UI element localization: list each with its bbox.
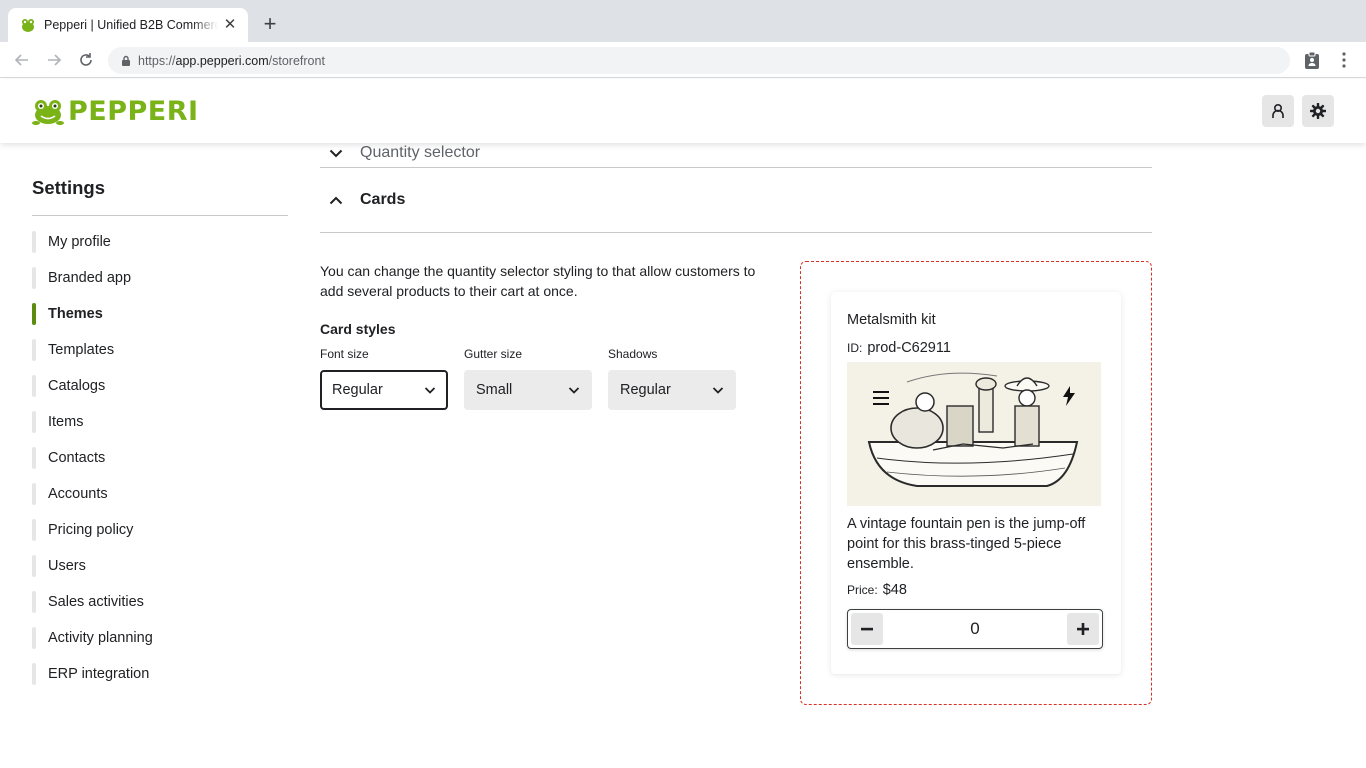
sidebar-menu: My profile Branded app Themes Templates … [32, 224, 288, 692]
pepperi-logo[interactable]: PEPPERI [32, 96, 199, 127]
browser-tab[interactable]: Pepperi | Unified B2B Commerce ✕ [8, 8, 248, 42]
font-size-select[interactable]: Regular [320, 370, 448, 410]
product-card[interactable]: Metalsmith kit ID: prod-C62911 A vintage… [831, 292, 1121, 674]
shadows-label: Shadows [608, 347, 658, 361]
product-id-value: prod-C62911 [867, 340, 951, 356]
sidebar-item-items[interactable]: Items [32, 404, 288, 440]
font-size-field: Font size Regular [320, 347, 448, 410]
close-icon[interactable]: ✕ [222, 17, 238, 33]
plus-icon [1077, 623, 1089, 635]
font-size-label: Font size [320, 347, 369, 361]
product-image [847, 362, 1101, 506]
logo-text: PEPPERI [68, 96, 199, 127]
address-bar[interactable]: https://app.pepperi.com/storefront [108, 47, 1290, 74]
pepperi-favicon-icon [22, 19, 34, 32]
chevron-down-icon [320, 149, 352, 158]
card-styles-title: Card styles [320, 321, 396, 337]
product-description: A vintage fountain pen is the jump-off p… [847, 516, 1086, 572]
sidebar-item-templates[interactable]: Templates [32, 332, 288, 368]
product-id-label: ID: [847, 341, 863, 355]
sidebar-item-accounts[interactable]: Accounts [32, 476, 288, 512]
shadows-value: Regular [620, 382, 671, 398]
price-value: $48 [882, 582, 907, 598]
gutter-size-select[interactable]: Small [464, 370, 592, 410]
decrement-button[interactable] [851, 613, 883, 645]
sidebar-item-themes[interactable]: Themes [32, 296, 288, 332]
sidebar-item-pricing-policy[interactable]: Pricing policy [32, 512, 288, 548]
card-preview-area: Metalsmith kit ID: prod-C62911 A vintage… [800, 261, 1152, 705]
cards-description: You can change the quantity selector sty… [320, 263, 756, 299]
boat-illustration [847, 362, 1101, 506]
price-label: Price: [847, 583, 878, 597]
browser-tab-title: Pepperi | Unified B2B Commerce [44, 18, 218, 32]
sidebar-item-branded-app[interactable]: Branded app [32, 260, 288, 296]
sidebar-item-contacts[interactable]: Contacts [32, 440, 288, 476]
url-path: /storefront [268, 53, 325, 68]
sidebar-item-catalogs[interactable]: Catalogs [32, 368, 288, 404]
gutter-size-field: Gutter size Small [464, 347, 592, 410]
gutter-size-label: Gutter size [464, 347, 523, 361]
quantity-selector-label: Quantity selector [360, 144, 481, 161]
settings-sidebar: Settings My profile Branded app Themes T… [32, 143, 288, 692]
sidebar-item-my-profile[interactable]: My profile [32, 224, 288, 260]
shadows-select[interactable]: Regular [608, 370, 736, 410]
frog-logo-icon [32, 99, 64, 125]
sidebar-item-activity-planning[interactable]: Activity planning [32, 620, 288, 656]
reload-icon[interactable] [74, 48, 98, 72]
browser-tab-strip: Pepperi | Unified B2B Commerce ✕ + [0, 0, 1366, 42]
chevron-down-icon [424, 387, 436, 394]
back-arrow-icon[interactable] [10, 48, 34, 72]
cards-label: Cards [360, 191, 406, 208]
shadows-field: Shadows Regular [608, 347, 736, 410]
sidebar-title: Settings [32, 177, 288, 216]
url-host: app.pepperi.com [175, 53, 269, 68]
quantity-selector-section-header[interactable]: Quantity selector [320, 139, 1152, 168]
font-size-value: Regular [332, 382, 383, 398]
menu-icon[interactable] [873, 390, 891, 406]
chevron-down-icon [568, 387, 580, 394]
clipboard-icon[interactable] [1300, 48, 1324, 72]
chevron-down-icon [712, 387, 724, 394]
product-price: Price: $48 [847, 582, 1105, 598]
sidebar-item-erp-integration[interactable]: ERP integration [32, 656, 288, 692]
product-id: ID: prod-C62911 [847, 340, 1105, 356]
quantity-value[interactable]: 0 [970, 619, 979, 639]
new-tab-icon[interactable]: + [258, 12, 282, 36]
url-scheme: https:// [138, 53, 176, 68]
lightning-icon[interactable] [1063, 386, 1075, 406]
themes-content: Quantity selector Cards You can change t… [320, 143, 1152, 705]
gutter-size-value: Small [476, 382, 513, 398]
sidebar-item-sales-activities[interactable]: Sales activities [32, 584, 288, 620]
app-header: PEPPERI [0, 79, 1366, 143]
quantity-stepper: 0 [847, 609, 1103, 649]
sidebar-item-users[interactable]: Users [32, 548, 288, 584]
forward-arrow-icon[interactable] [42, 48, 66, 72]
settings-button[interactable] [1302, 95, 1334, 127]
user-icon [1272, 103, 1284, 118]
chevron-up-icon [320, 196, 352, 205]
user-button[interactable] [1262, 95, 1294, 127]
cards-section-header[interactable]: Cards [320, 168, 1152, 233]
more-vert-icon[interactable] [1332, 48, 1356, 72]
increment-button[interactable] [1067, 613, 1099, 645]
gear-icon [1310, 103, 1326, 119]
browser-toolbar: https://app.pepperi.com/storefront [0, 42, 1366, 78]
lock-icon [122, 55, 130, 66]
product-title: Metalsmith kit [847, 312, 936, 328]
minus-icon [861, 627, 873, 631]
